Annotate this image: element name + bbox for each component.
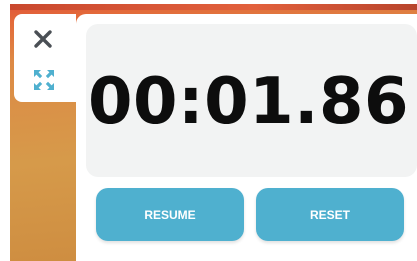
- time-display: 00:01.86: [86, 24, 417, 177]
- close-icon: [34, 30, 52, 48]
- resume-button-label: RESUME: [144, 207, 196, 222]
- reset-button-label: RESET: [309, 207, 350, 222]
- expand-button[interactable]: [30, 66, 58, 94]
- close-button[interactable]: [30, 26, 56, 52]
- resume-button[interactable]: RESUME: [96, 188, 244, 241]
- stopwatch-widget-screen: 00:01.86 RESUME RESET: [0, 0, 417, 261]
- elapsed-time: 00:01.86: [87, 64, 410, 139]
- reset-button[interactable]: RESET: [256, 188, 404, 241]
- expand-icon: [34, 70, 54, 90]
- background-app-edge: [10, 4, 417, 10]
